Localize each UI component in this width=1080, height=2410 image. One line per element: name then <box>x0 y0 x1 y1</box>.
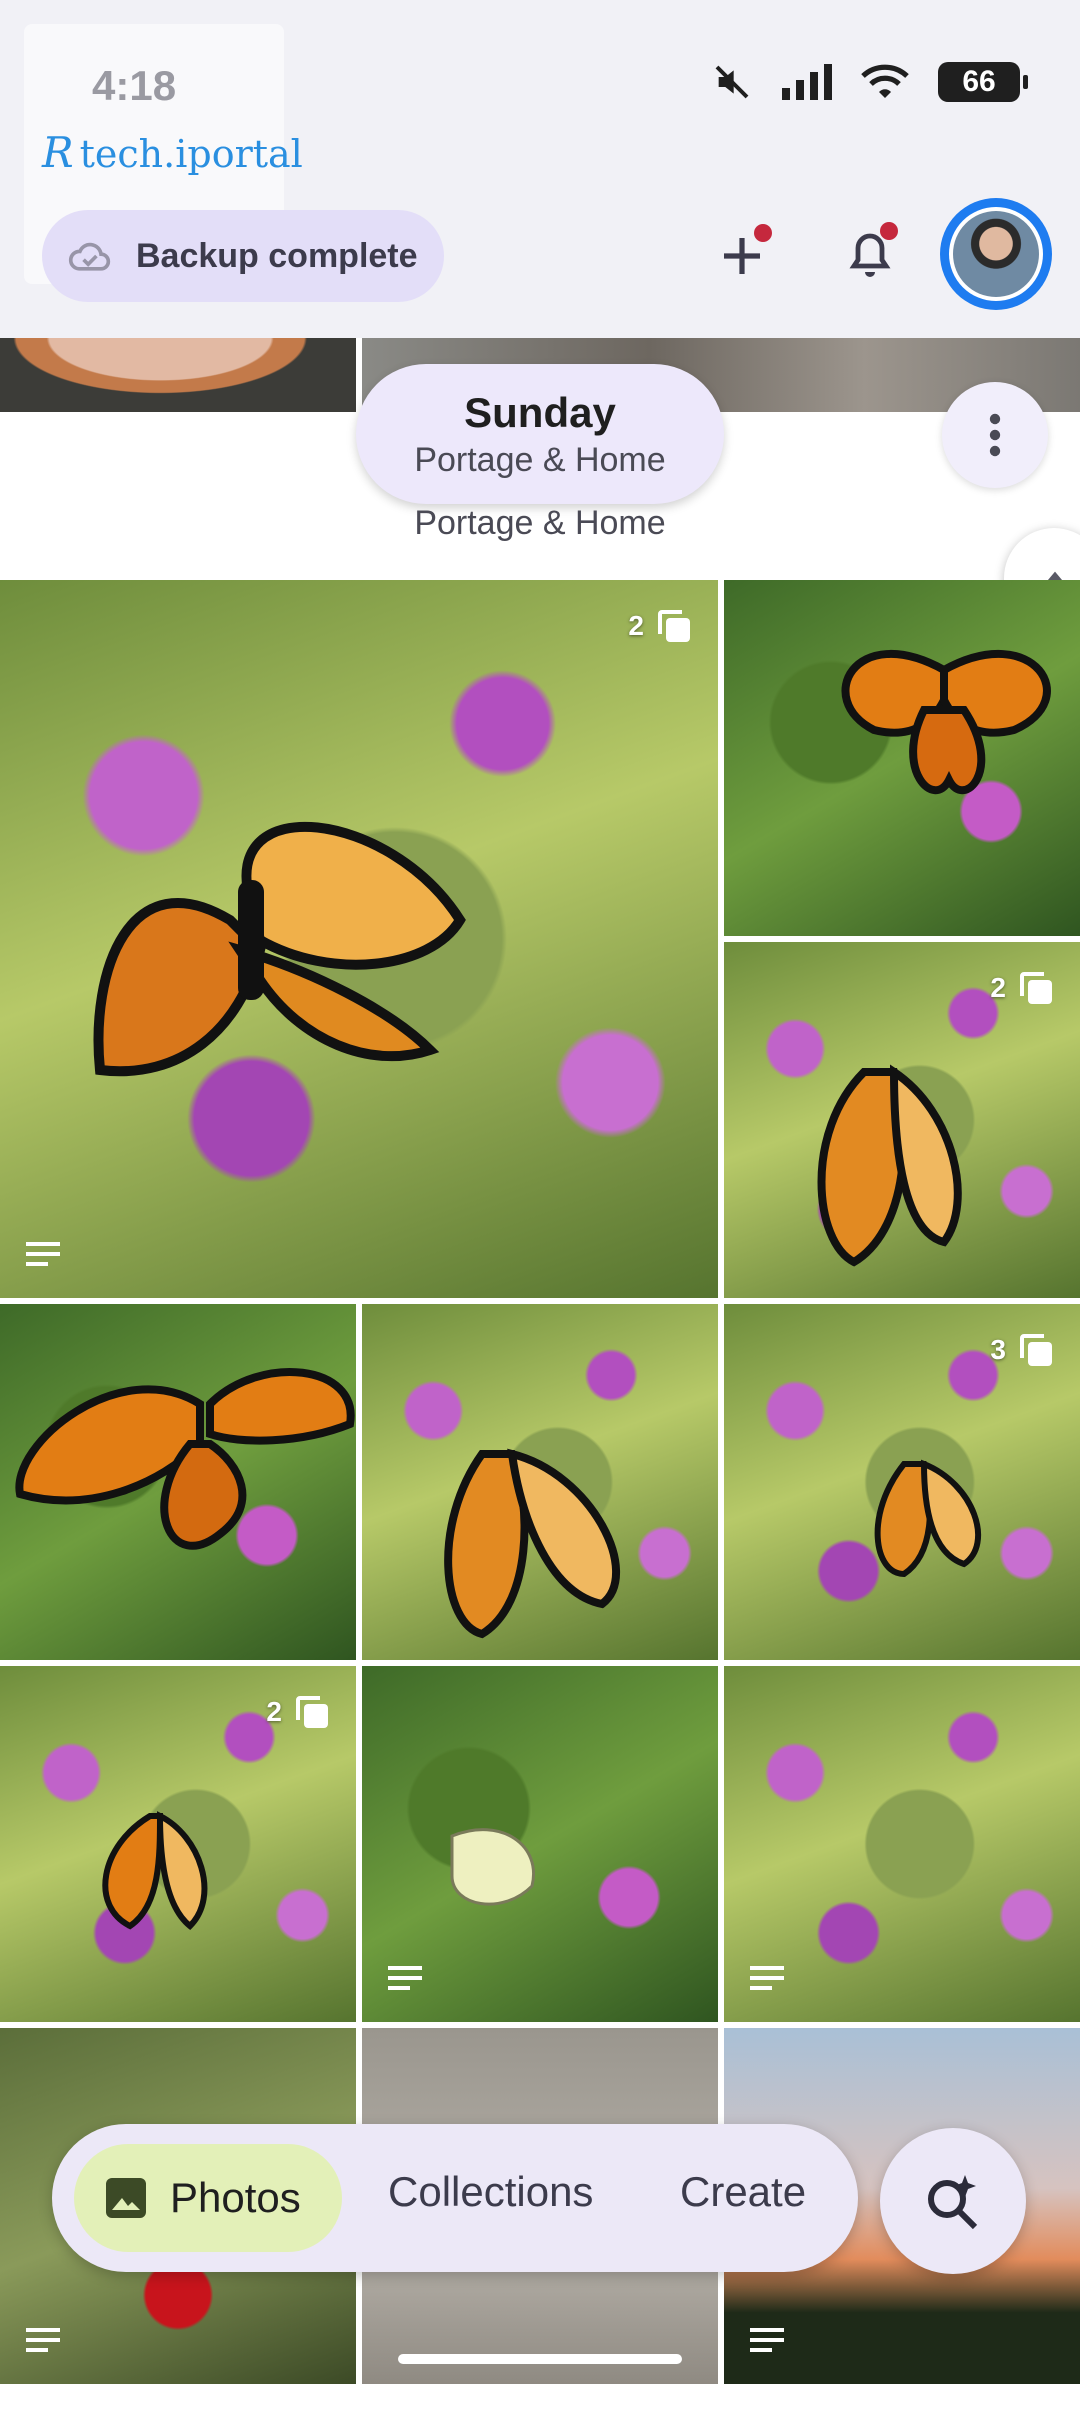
stack-icon <box>1020 1334 1052 1366</box>
date-day: Sunday <box>464 388 616 436</box>
stack-icon <box>658 610 690 642</box>
photo-monarch-6[interactable]: 3 <box>724 1304 1080 1660</box>
backup-status-label: Backup complete <box>136 236 418 275</box>
tab-collections[interactable]: Collections <box>388 2168 593 2216</box>
backup-status-chip[interactable]: Backup complete <box>42 210 444 302</box>
monarch-butterfly <box>15 1367 355 1550</box>
burst-badge: 2 <box>266 1692 332 1732</box>
monarch-butterfly <box>817 1064 962 1267</box>
signal-icon <box>782 64 832 100</box>
photo-monarch-large[interactable]: 2 <box>0 580 718 1298</box>
notifications-button[interactable] <box>822 208 918 304</box>
auto-enhanced-icon <box>750 1966 784 1990</box>
monarch-butterfly <box>93 821 466 1077</box>
date-scroll-pill: Sunday Portage & Home <box>356 364 724 504</box>
notifications-dot <box>880 222 898 240</box>
burst-badge: 2 <box>628 606 694 646</box>
section-location: Portage & Home <box>414 504 666 542</box>
watermark-text: tech.iportal <box>79 132 303 176</box>
monarch-butterfly <box>841 649 1051 795</box>
photo-flower-meadow[interactable] <box>724 1666 1080 2022</box>
bottom-navigation: Photos Collections Create <box>52 2124 858 2272</box>
wifi-icon <box>861 64 909 98</box>
monarch-butterfly <box>874 1459 982 1578</box>
search-button[interactable] <box>880 2128 1026 2274</box>
cloud-done-icon <box>68 242 111 271</box>
account-avatar[interactable] <box>940 198 1052 310</box>
auto-enhanced-icon <box>26 1242 60 1266</box>
add-notification-dot <box>754 224 772 242</box>
more-vert-icon <box>989 413 1001 457</box>
burst-badge: 3 <box>990 1330 1056 1370</box>
stack-icon <box>296 1696 328 1728</box>
photo-monarch-4[interactable] <box>0 1304 356 1660</box>
watermark: Rtech.iportal <box>42 128 303 177</box>
stack-icon <box>1020 972 1052 1004</box>
photo-monarch-2[interactable] <box>724 580 1080 936</box>
gesture-navigation-bar[interactable] <box>398 2354 682 2364</box>
watermark-logo-icon: R <box>42 128 74 177</box>
monarch-butterfly <box>444 1448 621 1639</box>
auto-enhanced-icon <box>26 2328 60 2352</box>
status-icons: 66 <box>712 62 1028 102</box>
tab-photos[interactable]: Photos <box>74 2144 342 2252</box>
photo-monarch-3[interactable]: 2 <box>724 942 1080 1298</box>
auto-enhanced-icon <box>750 2328 784 2352</box>
date-location: Portage & Home <box>414 440 666 479</box>
tab-create[interactable]: Create <box>680 2168 806 2216</box>
more-options-button[interactable] <box>942 382 1048 488</box>
mute-icon <box>715 65 749 99</box>
search-sparkle-icon <box>928 2175 978 2230</box>
avatar-photo <box>953 211 1039 297</box>
monarch-butterfly <box>102 1811 208 1931</box>
photo-white-butterfly[interactable] <box>362 1666 718 2022</box>
tab-photos-label: Photos <box>170 2174 301 2221</box>
battery-indicator: 66 <box>938 62 1028 102</box>
add-button[interactable] <box>694 208 790 304</box>
photo-monarch-5[interactable] <box>362 1304 718 1660</box>
photo-icon <box>106 2178 146 2218</box>
white-butterfly <box>450 1828 535 1906</box>
photo-monarch-7[interactable]: 2 <box>0 1666 356 2022</box>
auto-enhanced-icon <box>388 1966 422 1990</box>
photo-thumbnail-pizza[interactable] <box>0 338 356 412</box>
burst-badge: 2 <box>990 968 1056 1008</box>
status-time: 4:18 <box>92 62 177 109</box>
